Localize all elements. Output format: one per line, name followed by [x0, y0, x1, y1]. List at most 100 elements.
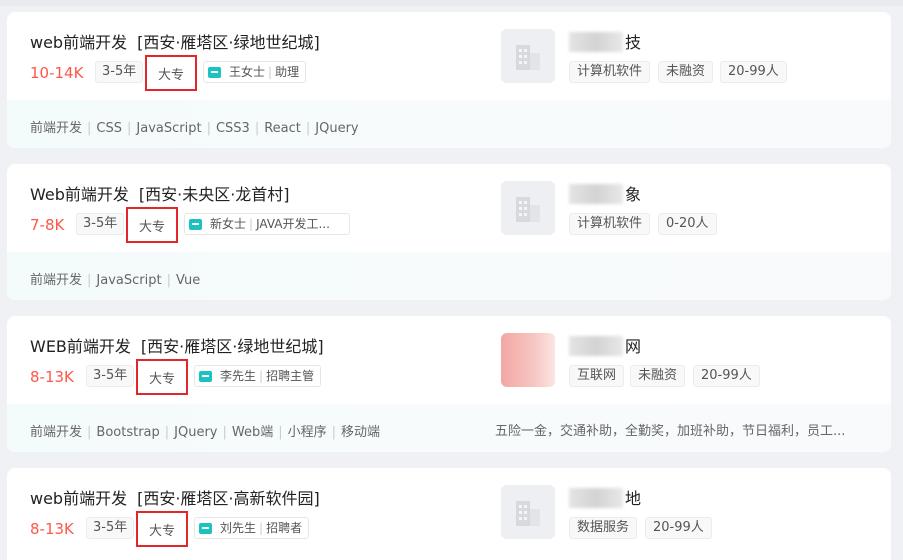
job-card[interactable]: web前端开发 [西安·雁塔区·绿地世纪城] 10-14K 3-5年 大专 王女士… [7, 12, 891, 148]
education-tag: 大专 [136, 359, 188, 395]
job-location: [西安·未央区·龙首村] [138, 185, 290, 204]
job-title[interactable]: web前端开发 [30, 489, 127, 508]
company-name-visible: 象 [625, 185, 642, 204]
company-name[interactable]: 技 [569, 29, 641, 53]
job-card[interactable]: Web前端开发 [西安·未央区·龙首村] 7-8K 3-5年 大专 新女士 | JAV… [7, 164, 891, 300]
skill-tag: 前端开发 [30, 121, 83, 136]
company-size-tag: 20-99人 [720, 61, 787, 83]
company-name[interactable]: 网 [569, 333, 641, 357]
card-footer: 前端开发 | Bootstrap | JQuery | Web端 | 小程序 | 移动端 五险一金，… [7, 404, 891, 452]
job-title-line[interactable]: WEB前端开发 [西安·雁塔区·绿地世纪城] [30, 333, 324, 357]
experience-tag: 3-5年 [76, 213, 125, 235]
building-icon [516, 501, 540, 526]
skill-tag: 小程序 [287, 425, 327, 440]
company-logo[interactable] [501, 29, 555, 83]
skill-tag: Vue [175, 273, 201, 288]
divider: | [87, 121, 92, 136]
company-logo[interactable] [501, 333, 555, 387]
job-title-line[interactable]: web前端开发 [西安·雁塔区·绿地世纪城] [30, 29, 320, 53]
company-name-visible: 技 [625, 33, 642, 52]
recruiter-role: 助理 [275, 65, 300, 79]
recruiter-chat[interactable]: 李先生 | 招聘主管 [194, 365, 322, 387]
card-footer: 前端开发 | JavaScript | Vue [7, 252, 891, 300]
company-industry-tag: 计算机软件 [569, 61, 651, 83]
building-icon [516, 45, 540, 70]
company-size-tag: 20-99人 [693, 365, 760, 387]
chat-icon [208, 66, 221, 78]
experience-tag: 3-5年 [95, 61, 144, 83]
divider: | [166, 273, 171, 288]
divider: | [259, 521, 264, 535]
divider: | [249, 217, 254, 231]
skill-tags: 前端开发 | CSS | JavaScript | CSS3 | React | JQuery [30, 117, 359, 136]
recruiter-chat[interactable]: 新女士 | JAVA开发工... [184, 213, 350, 235]
divider: | [254, 121, 260, 136]
education-label: 大专 [148, 371, 175, 387]
recruiter-name: 刘先生 [220, 521, 257, 535]
job-title[interactable]: WEB前端开发 [30, 337, 131, 356]
education-tag: 大专 [126, 207, 178, 243]
redacted-text [569, 184, 623, 204]
divider: | [87, 273, 92, 288]
recruiter-name: 李先生 [220, 369, 257, 383]
salary: 8-13K [30, 368, 74, 386]
education-tag: 大专 [145, 55, 197, 91]
job-card[interactable]: WEB前端开发 [西安·雁塔区·绿地世纪城] 8-13K 3-5年 大专 李先生 |… [7, 316, 891, 452]
redacted-text [569, 488, 623, 508]
skill-tags: 前端开发 | JavaScript | Vue [30, 269, 200, 288]
company-funding-tag: 未融资 [658, 61, 714, 83]
recruiter-role: 招聘者 [266, 521, 303, 535]
divider: | [278, 425, 283, 440]
skill-tag: 前端开发 [30, 425, 83, 440]
company-name-visible: 网 [625, 337, 642, 356]
chat-icon [199, 370, 212, 382]
experience-tag: 3-5年 [86, 365, 135, 387]
skill-tag: CSS [96, 121, 122, 136]
job-title-line[interactable]: web前端开发 [西安·雁塔区·高新软件园] [30, 485, 320, 509]
company-name-visible: 地 [625, 489, 642, 508]
company-industry-tag: 数据服务 [569, 517, 638, 539]
company-funding-tag: 未融资 [630, 365, 686, 387]
job-title-line[interactable]: Web前端开发 [西安·未央区·龙首村] [30, 181, 290, 205]
salary: 7-8K [30, 216, 65, 234]
recruiter-role: JAVA开发工... [256, 217, 330, 231]
top-strip [0, 0, 903, 6]
skill-tag: CSS3 [215, 121, 250, 136]
education-label: 大专 [157, 67, 184, 83]
salary: 10-14K [30, 64, 84, 82]
building-icon [516, 197, 540, 222]
recruiter-role: 招聘主管 [266, 369, 315, 383]
company-name[interactable]: 象 [569, 181, 641, 205]
skill-tag: 前端开发 [30, 273, 83, 288]
chat-icon [199, 522, 212, 534]
job-location: [西安·雁塔区·绿地世纪城] [137, 33, 320, 52]
divider: | [305, 121, 311, 136]
recruiter-chat[interactable]: 刘先生 | 招聘者 [194, 517, 310, 539]
redacted-text [569, 32, 623, 52]
skill-tag: Bootstrap [96, 425, 160, 440]
skill-tag: Web端 [231, 425, 274, 440]
job-location: [西安·雁塔区·绿地世纪城] [140, 337, 324, 356]
company-logo[interactable] [501, 181, 555, 235]
recruiter-chat[interactable]: 王女士 | 助理 [203, 61, 307, 83]
job-location: [西安·雁塔区·高新软件园] [137, 489, 320, 508]
divider: | [331, 425, 337, 440]
skill-tag: React [264, 121, 301, 136]
recruiter-name: 王女士 [229, 65, 266, 79]
divider: | [268, 65, 273, 79]
skill-tag: 移动端 [341, 425, 381, 440]
divider: | [259, 369, 264, 383]
company-industry-tag: 计算机软件 [569, 213, 651, 235]
divider: | [127, 121, 132, 136]
recruiter-name: 新女士 [210, 217, 247, 231]
company-logo[interactable] [501, 485, 555, 539]
job-title[interactable]: web前端开发 [30, 33, 127, 52]
job-card[interactable]: web前端开发 [西安·雁塔区·高新软件园] 8-13K 3-5年 大专 刘先生 |… [7, 468, 891, 560]
company-industry-tag: 互联网 [569, 365, 625, 387]
experience-tag: 3-5年 [86, 517, 135, 539]
salary: 8-13K [30, 520, 74, 538]
skill-tag: JavaScript [136, 121, 202, 136]
company-name[interactable]: 地 [569, 485, 641, 509]
welfare-text: 五险一金，交通补助，全勤奖，加班补助，节日福利，员工... [495, 424, 846, 439]
job-title[interactable]: Web前端开发 [30, 185, 129, 204]
